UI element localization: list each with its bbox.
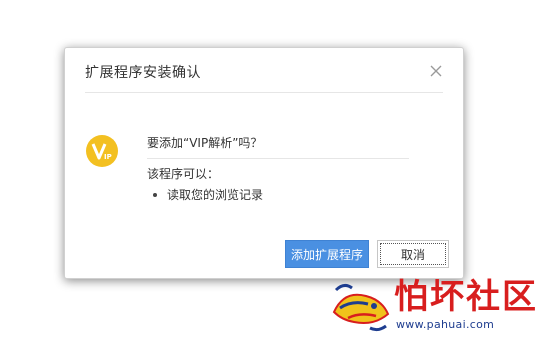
header-divider — [85, 92, 443, 93]
install-question: 要添加“VIP解析”吗？ — [147, 136, 263, 150]
fish-logo-icon — [330, 278, 392, 334]
cancel-button[interactable]: 取消 — [377, 240, 449, 268]
site-watermark: 怕坏社区 www.pahuai.com — [330, 276, 547, 335]
watermark-title: 怕坏社区 — [394, 277, 538, 317]
permissions-list: 读取您的浏览记录 — [147, 186, 263, 203]
permissions-intro: 该程序可以： — [147, 167, 220, 181]
dialog-title: 扩展程序安装确认 — [85, 65, 201, 81]
permission-item: 读取您的浏览记录 — [147, 186, 263, 203]
svg-text:IP: IP — [104, 153, 112, 161]
vip-extension-icon: IP — [85, 134, 119, 168]
cancel-button-label: 取消 — [400, 248, 425, 262]
close-icon[interactable] — [429, 64, 443, 78]
question-divider — [147, 158, 409, 159]
add-extension-button[interactable]: 添加扩展程序 — [285, 240, 369, 268]
watermark-url: www.pahuai.com — [396, 318, 495, 331]
extension-install-dialog: 扩展程序安装确认 IP 要添加“VIP解析”吗？ 该程序可以： 读取您的浏览记录… — [64, 47, 464, 279]
